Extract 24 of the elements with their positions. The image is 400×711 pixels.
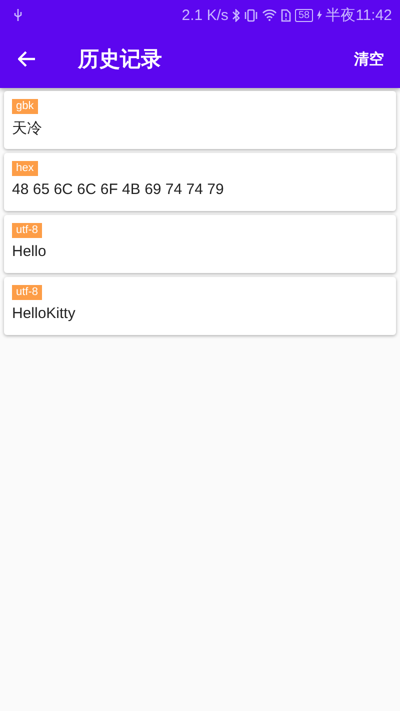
record-text: Hello [12, 243, 46, 260]
record-text: 48 65 6C 6C 6F 4B 69 74 74 79 [12, 181, 224, 198]
screen-title: 历史记录 [78, 46, 162, 73]
sim-alert-icon [281, 8, 292, 22]
bluetooth-icon [232, 8, 240, 22]
wifi-icon [262, 9, 278, 21]
record-card[interactable]: gbk 天冷 [4, 91, 396, 149]
encoding-tag: utf-8 [12, 285, 42, 300]
clock: 半夜11:42 [326, 6, 392, 24]
record-card[interactable]: hex 48 65 6C 6C 6F 4B 69 74 74 79 [4, 153, 396, 211]
battery-indicator: 58 [295, 8, 313, 22]
encoding-tag: hex [12, 161, 38, 176]
usb-icon [14, 9, 22, 21]
encoding-tag: gbk [12, 99, 38, 114]
charging-icon [316, 10, 322, 20]
record-card[interactable]: utf-8 HelloKitty [4, 277, 396, 335]
record-text: 天冷 [12, 119, 42, 138]
clear-button[interactable]: 清空 [350, 46, 388, 72]
vibrate-icon [244, 8, 258, 22]
record-card[interactable]: utf-8 Hello [4, 215, 396, 273]
encoding-tag: utf-8 [12, 223, 42, 238]
back-arrow-icon [18, 51, 36, 67]
record-text: HelloKitty [12, 305, 76, 322]
network-speed: 2.1 K/s [182, 6, 228, 24]
